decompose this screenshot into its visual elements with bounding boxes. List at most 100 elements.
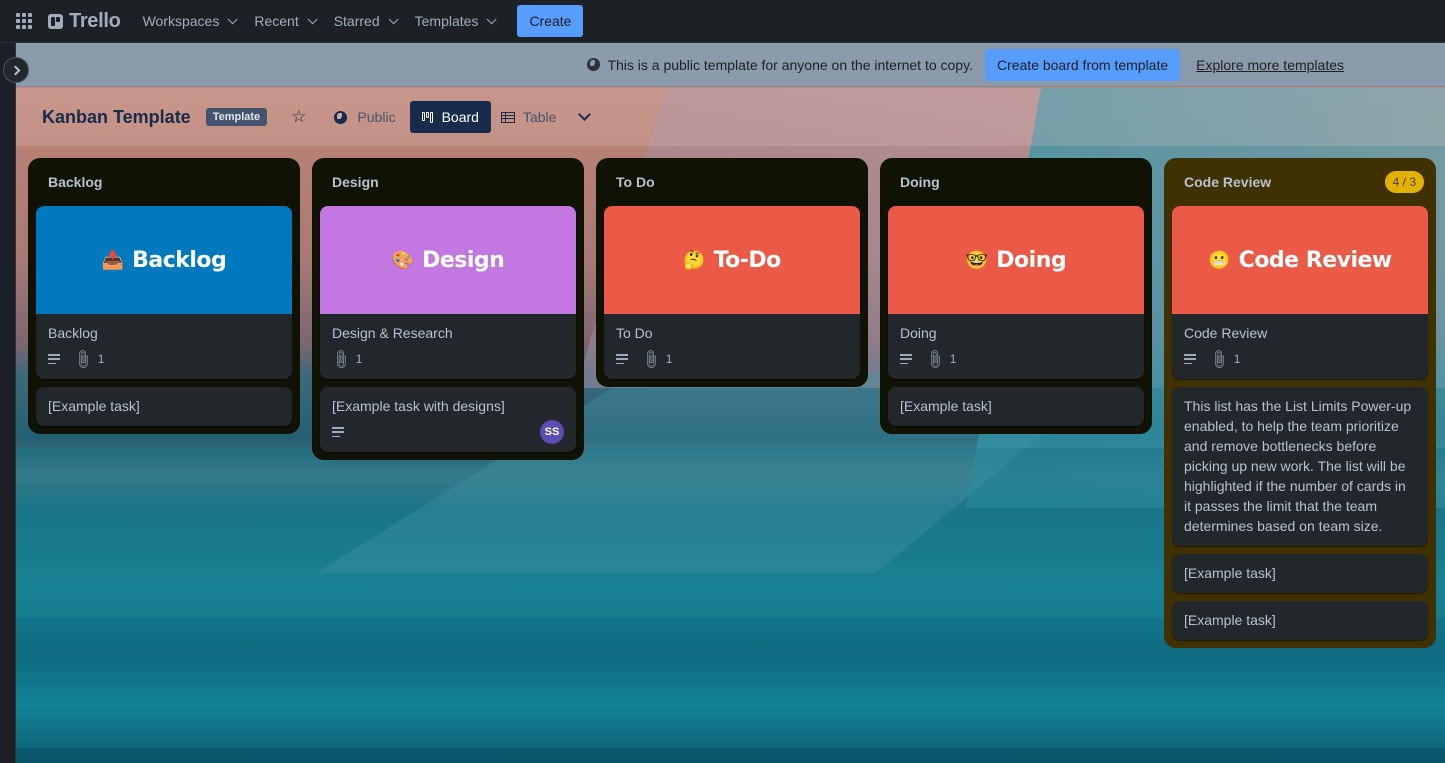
visibility-label: Public xyxy=(357,109,396,125)
view-board-tab[interactable]: Board xyxy=(409,101,491,133)
list-header: Design xyxy=(312,158,584,206)
list-to-do: To Do 🤔 To-Do To Do 📎︎ 1 xyxy=(596,158,868,387)
card-badges: 📎︎ 1 xyxy=(48,347,280,371)
nav-label: Workspaces xyxy=(142,13,220,29)
nav-label: Recent xyxy=(254,13,299,29)
card-to-do[interactable]: 🤔 To-Do To Do 📎︎ 1 xyxy=(604,206,860,379)
cover-text: Backlog xyxy=(132,247,227,273)
nerd-face-icon: 🤓 xyxy=(965,249,989,270)
card-title: [Example task] xyxy=(900,398,992,414)
card-design-research[interactable]: 🎨 Design Design & Research 📎︎ 1 xyxy=(320,206,576,379)
card-title: This list has the List Limits Power-up e… xyxy=(1184,398,1412,534)
description-icon xyxy=(900,354,912,364)
card-code-review[interactable]: 😬 Code Review Code Review 📎︎ 1 xyxy=(1172,206,1428,379)
globe-icon xyxy=(587,58,601,71)
card-title: Design & Research xyxy=(332,325,453,341)
card-body: Doing 📎︎ 1 xyxy=(888,314,1144,379)
expand-sidebar-button[interactable] xyxy=(3,57,29,83)
card-badges: 📎︎ 1 xyxy=(1184,346,1416,371)
card-badges: 📎︎ 1 xyxy=(616,347,848,371)
board-header: Kanban Template Template ☆ Public Board … xyxy=(16,88,1445,146)
card-doing[interactable]: 🤓 Doing Doing 📎︎ 1 xyxy=(888,206,1144,379)
card-body: Code Review 📎︎ 1 xyxy=(1172,314,1428,379)
list-title[interactable]: Design xyxy=(332,174,379,190)
card-title: [Example task] xyxy=(1184,565,1276,581)
card-body: Design & Research 📎︎ 1 xyxy=(320,314,576,379)
card-title: [Example task with designs] xyxy=(332,398,505,414)
explore-templates-link[interactable]: Explore more templates xyxy=(1196,57,1344,73)
more-views-chevron-icon[interactable] xyxy=(578,108,592,121)
card-example-task[interactable]: [Example task] xyxy=(1172,601,1428,640)
globe-icon xyxy=(334,110,348,124)
nav-templates[interactable]: Templates xyxy=(405,5,504,37)
card-example-task[interactable]: [Example task] xyxy=(36,387,292,426)
card-title: To Do xyxy=(616,325,653,341)
chevron-down-icon xyxy=(487,13,498,24)
nav-starred[interactable]: Starred xyxy=(324,5,405,37)
cover-text: Design xyxy=(422,247,505,273)
view-label: Board xyxy=(441,109,479,125)
cover-text: Code Review xyxy=(1238,247,1393,273)
nav-label: Starred xyxy=(333,13,380,29)
card-cover: 🤔 To-Do xyxy=(604,206,860,314)
banner-text: This is a public template for anyone on … xyxy=(607,56,973,73)
description-icon xyxy=(332,427,344,437)
star-button[interactable]: ☆ xyxy=(281,101,324,133)
description-icon xyxy=(616,354,628,364)
list-title[interactable]: To Do xyxy=(616,174,655,190)
list-design: Design 🎨 Design Design & Research 📎︎ 1 [… xyxy=(312,158,584,460)
attachment-count: 1 xyxy=(97,352,105,366)
card-example-task[interactable]: [Example task] xyxy=(888,387,1144,426)
app-switcher-icon[interactable] xyxy=(16,13,32,29)
background-shape xyxy=(16,748,1445,763)
paperclip-icon: 📎︎ xyxy=(1207,346,1232,371)
list-code-review: Code Review 4 / 3 😬 Code Review Code Rev… xyxy=(1164,158,1436,648)
visibility-button[interactable]: Public xyxy=(324,101,405,133)
cover-text: To-Do xyxy=(713,247,782,273)
trello-logo-icon xyxy=(48,13,63,29)
trello-logo[interactable]: Trello xyxy=(48,10,121,33)
nav-recent[interactable]: Recent xyxy=(244,5,323,37)
view-table-tab[interactable]: Table xyxy=(491,101,566,133)
board-title[interactable]: Kanban Template xyxy=(42,107,191,128)
top-navigation: Trello Workspaces Recent Starred Templat… xyxy=(0,0,1445,43)
board-view-icon xyxy=(421,111,433,123)
paperclip-icon: 📎︎ xyxy=(329,346,354,371)
nav-label: Templates xyxy=(414,13,479,29)
list-header: Backlog xyxy=(28,158,300,206)
template-banner: This is a public template for anyone on … xyxy=(16,43,1445,87)
nav-workspaces[interactable]: Workspaces xyxy=(133,5,245,37)
list-limit-badge: 4 / 3 xyxy=(1384,171,1424,193)
list-title[interactable]: Backlog xyxy=(48,174,102,190)
card-backlog[interactable]: 📥 Backlog Backlog 📎︎ 1 xyxy=(36,206,292,379)
card-badges: 📎︎ 1 xyxy=(900,347,1132,371)
chevron-down-icon xyxy=(388,13,399,24)
card-body: [Example task] xyxy=(888,387,1144,426)
description-icon xyxy=(48,354,60,364)
table-view-icon xyxy=(500,111,515,123)
create-board-from-template-button[interactable]: Create board from template xyxy=(984,48,1181,81)
list-title[interactable]: Doing xyxy=(900,174,940,190)
chevron-down-icon xyxy=(307,13,318,24)
card-body: To Do 📎︎ 1 xyxy=(604,314,860,379)
palette-icon: 🎨 xyxy=(391,249,415,270)
card-title: Backlog xyxy=(48,325,98,341)
grimacing-face-icon: 😬 xyxy=(1208,249,1231,270)
description-icon xyxy=(1184,354,1196,364)
view-label: Table xyxy=(522,109,557,125)
card-example-task-designs[interactable]: [Example task with designs] SS xyxy=(320,387,576,452)
card-body: [Example task] xyxy=(1172,601,1428,640)
list-doing: Doing 🤓 Doing Doing 📎︎ 1 [Example task] xyxy=(880,158,1152,434)
create-button[interactable]: Create xyxy=(517,5,584,37)
attachment-count: 1 xyxy=(1233,352,1241,366)
list-title[interactable]: Code Review xyxy=(1184,174,1271,190)
card-example-task[interactable]: [Example task] xyxy=(1172,554,1428,593)
logo-text: Trello xyxy=(69,9,121,32)
member-avatar[interactable]: SS xyxy=(540,420,564,444)
list-backlog: Backlog 📥 Backlog Backlog 📎︎ 1 [Example … xyxy=(28,158,300,434)
card-list-limits-note[interactable]: This list has the List Limits Power-up e… xyxy=(1172,387,1428,546)
list-header: Doing xyxy=(880,158,1152,206)
card-body: This list has the List Limits Power-up e… xyxy=(1172,387,1428,546)
card-cover: 🤓 Doing xyxy=(888,206,1144,314)
thinking-face-icon: 🤔 xyxy=(683,249,706,270)
